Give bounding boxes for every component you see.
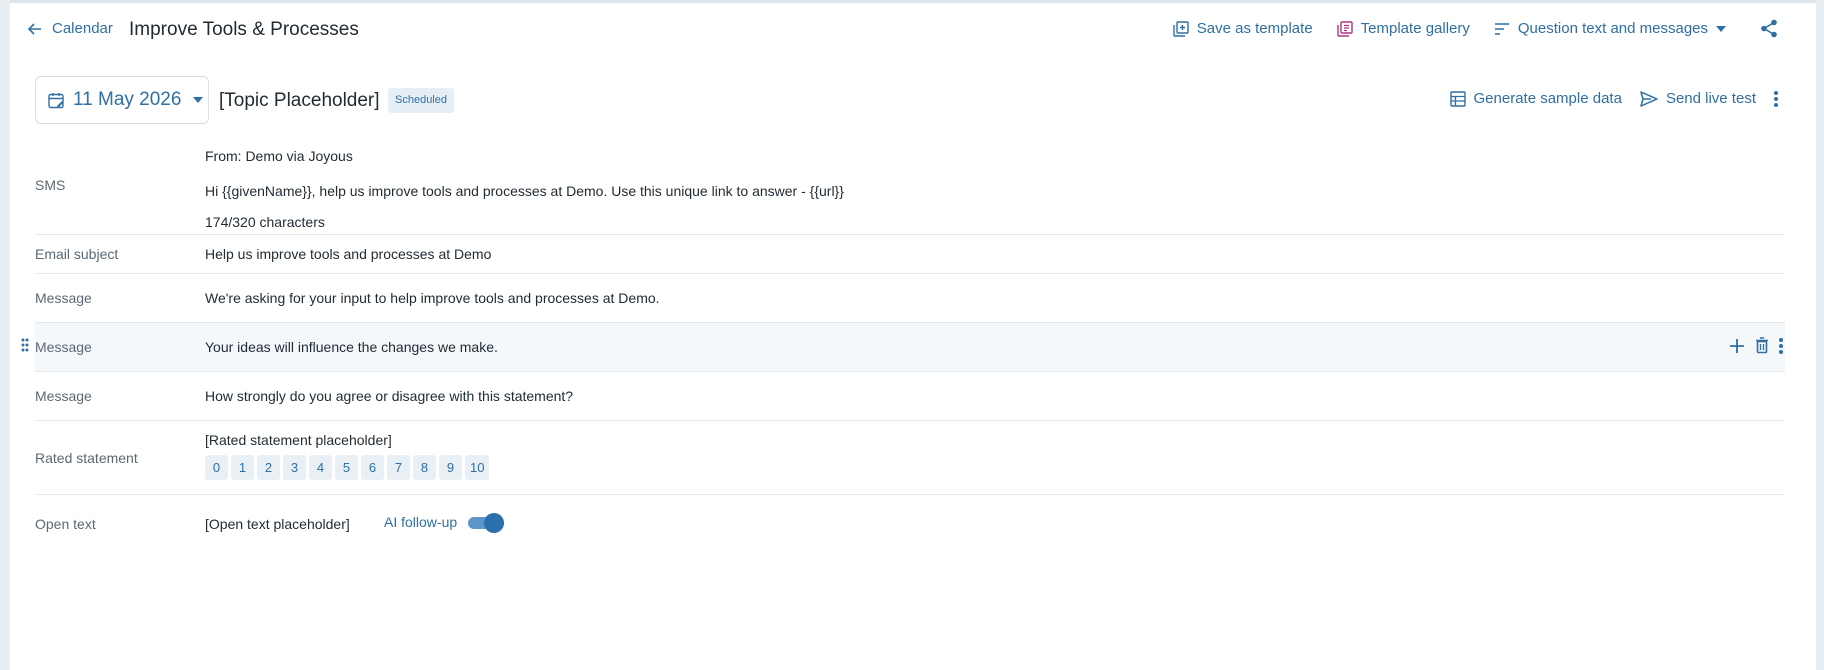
send-icon: [1640, 90, 1658, 107]
message-text: How strongly do you agree or disagree wi…: [205, 388, 574, 404]
email-subject-row[interactable]: Email subject Help us improve tools and …: [35, 235, 1785, 274]
top-bar: Calendar Improve Tools & Processes Save …: [10, 3, 1816, 59]
share-icon: [1761, 19, 1777, 38]
more-vertical-icon: [1779, 337, 1783, 354]
row-tools: [1719, 337, 1783, 354]
share-button[interactable]: [1760, 19, 1786, 38]
message-row-hovered[interactable]: Message Your ideas will influence the ch…: [21, 323, 1785, 372]
topic-more-button[interactable]: [1774, 90, 1786, 107]
rated-statement-label: Rated statement: [35, 450, 138, 466]
scale-option: 2: [257, 455, 280, 480]
open-text-label: Open text: [35, 516, 96, 532]
date-picker-button[interactable]: 11 May 2026: [35, 76, 209, 124]
schedule-date: 11 May 2026: [73, 89, 182, 110]
sms-character-count: 174/320 characters: [205, 214, 325, 230]
toggle-knob: [484, 513, 505, 533]
scale-option: 5: [335, 455, 358, 480]
delete-row-button[interactable]: [1755, 337, 1769, 354]
scale-option: 10: [465, 455, 490, 480]
save-as-template-button[interactable]: Save as template: [1173, 20, 1313, 37]
save-as-template-label: Save as template: [1196, 20, 1313, 37]
message-row[interactable]: Message How strongly do you agree or dis…: [35, 372, 1785, 421]
scale-option: 7: [387, 455, 410, 480]
ai-follow-up-toggle[interactable]: [468, 511, 506, 533]
top-actions: Save as template Template gallery Questi…: [1149, 19, 1786, 38]
page-title: Improve Tools & Processes: [129, 19, 359, 40]
send-live-test-label: Send live test: [1665, 90, 1756, 107]
rated-statement-row[interactable]: Rated statement [Rated statement placeho…: [35, 421, 1785, 495]
row-more-button[interactable]: [1779, 337, 1783, 354]
table-icon: [1449, 90, 1466, 107]
trash-icon: [1756, 337, 1768, 354]
topic-title: [Topic Placeholder]: [219, 90, 380, 111]
back-link-label: Calendar: [52, 20, 113, 37]
generate-sample-data-button[interactable]: Generate sample data: [1449, 90, 1622, 107]
content-rows: SMS From: Demo via Joyous Hi {{givenName…: [21, 137, 1785, 555]
ai-follow-up-label: AI follow-up: [384, 514, 458, 530]
message-text: Your ideas will influence the changes we…: [205, 339, 498, 355]
ai-follow-up: AI follow-up: [384, 511, 506, 533]
plus-icon: [1730, 338, 1744, 353]
send-live-test-button[interactable]: Send live test: [1640, 90, 1756, 107]
scale-option: 3: [283, 455, 306, 480]
sms-label: SMS: [35, 177, 66, 193]
rating-scale: 0 1 2 3 4 5 6 7 8 9 10: [205, 455, 492, 480]
sms-text: Hi {{givenName}}, help us improve tools …: [205, 183, 844, 199]
message-text: We're asking for your input to help impr…: [205, 290, 660, 306]
generate-sample-data-label: Generate sample data: [1473, 90, 1622, 107]
topic-actions: Generate sample data Send live test: [1432, 90, 1787, 107]
scale-option: 6: [361, 455, 384, 480]
scale-option: 1: [231, 455, 254, 480]
email-subject-label: Email subject: [35, 246, 119, 262]
drag-handle-icon[interactable]: [21, 338, 29, 352]
back-to-calendar-link[interactable]: Calendar: [28, 20, 113, 37]
add-row-button[interactable]: [1729, 338, 1745, 354]
rated-statement-text: [Rated statement placeholder]: [205, 432, 392, 448]
sms-row[interactable]: SMS From: Demo via Joyous Hi {{givenName…: [35, 137, 1785, 235]
sort-icon: [1494, 22, 1509, 35]
chevron-down-icon: [193, 97, 204, 103]
scale-option: 0: [205, 455, 228, 480]
template-gallery-label: Template gallery: [1360, 20, 1470, 37]
open-text-row[interactable]: Open text [Open text placeholder] AI fol…: [35, 495, 1785, 555]
email-subject-text: Help us improve tools and processes at D…: [205, 246, 492, 262]
calendar-edit-icon: [48, 92, 64, 108]
open-text-placeholder: [Open text placeholder]: [205, 516, 350, 532]
scale-option: 9: [439, 455, 462, 480]
arrow-left-icon: [28, 22, 41, 35]
template-gallery-button[interactable]: Template gallery: [1336, 20, 1470, 37]
message-row[interactable]: Message We're asking for your input to h…: [35, 274, 1785, 323]
question-text-label: Question text and messages: [1517, 20, 1708, 37]
scale-option: 4: [309, 455, 332, 480]
message-label: Message: [35, 290, 92, 306]
library-books-icon: [1336, 20, 1353, 37]
sms-from: From: Demo via Joyous: [205, 148, 353, 164]
message-label: Message: [35, 388, 92, 404]
more-vertical-icon: [1774, 90, 1778, 107]
question-text-dropdown[interactable]: Question text and messages: [1494, 20, 1734, 37]
status-badge: Scheduled: [388, 88, 454, 113]
editor-page: Calendar Improve Tools & Processes Save …: [10, 0, 1816, 670]
library-add-icon: [1173, 20, 1189, 37]
scale-option: 8: [413, 455, 436, 480]
chevron-down-icon: [1716, 25, 1726, 32]
message-label: Message: [35, 339, 92, 355]
